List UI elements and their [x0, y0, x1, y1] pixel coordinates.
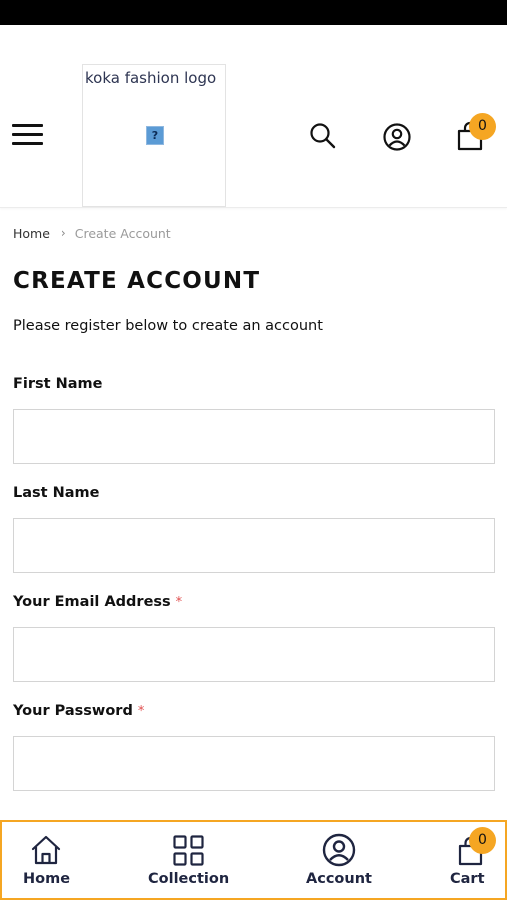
last-name-label: Last Name: [13, 485, 100, 501]
password-label-row: Your Password *: [13, 703, 144, 719]
menu-icon-line: [12, 142, 43, 145]
account-icon[interactable]: [382, 122, 412, 152]
nav-collection[interactable]: Collection: [132, 822, 252, 898]
breadcrumb-home-link[interactable]: Home: [13, 226, 50, 241]
email-label: Your Email Address: [13, 594, 171, 610]
password-label: Your Password: [13, 703, 133, 719]
nav-account[interactable]: Account: [292, 822, 392, 898]
required-mark: *: [175, 595, 183, 610]
broken-image-icon: ?: [146, 126, 164, 145]
last-name-field[interactable]: [13, 518, 495, 573]
first-name-field[interactable]: [13, 409, 495, 464]
account-icon: [322, 833, 356, 867]
intro-text: Please register below to create an accou…: [13, 318, 323, 334]
nav-cart-label: Cart: [450, 871, 485, 887]
menu-icon-line: [12, 124, 43, 127]
site-header: koka fashion logo ?: [0, 25, 507, 208]
nav-cart-count-badge: 0: [469, 827, 496, 854]
bottom-navigation: Home Collection Account Cart: [0, 820, 507, 900]
required-mark: *: [137, 704, 145, 719]
chevron-right-icon: ›: [60, 226, 66, 240]
cart-count-badge: 0: [469, 113, 496, 140]
nav-home-label: Home: [23, 871, 71, 887]
menu-icon-line: [12, 133, 43, 136]
nav-account-label: Account: [306, 871, 372, 887]
first-name-label: First Name: [13, 376, 103, 392]
email-label-row: Your Email Address *: [13, 594, 182, 610]
grid-icon: [173, 835, 204, 866]
logo-alt-text: koka fashion logo: [85, 69, 217, 87]
email-field[interactable]: [13, 627, 495, 682]
menu-button[interactable]: [12, 122, 44, 148]
page-title: CREATE ACCOUNT: [13, 268, 261, 294]
search-icon[interactable]: [309, 122, 337, 150]
nav-home[interactable]: Home: [2, 822, 102, 898]
status-bar: [0, 0, 507, 25]
nav-collection-label: Collection: [148, 871, 230, 887]
breadcrumb: Home › Create Account: [13, 225, 171, 241]
password-field[interactable]: [13, 736, 495, 791]
home-icon: [31, 835, 61, 865]
logo-link[interactable]: koka fashion logo ?: [82, 64, 226, 207]
breadcrumb-current: Create Account: [74, 225, 171, 241]
